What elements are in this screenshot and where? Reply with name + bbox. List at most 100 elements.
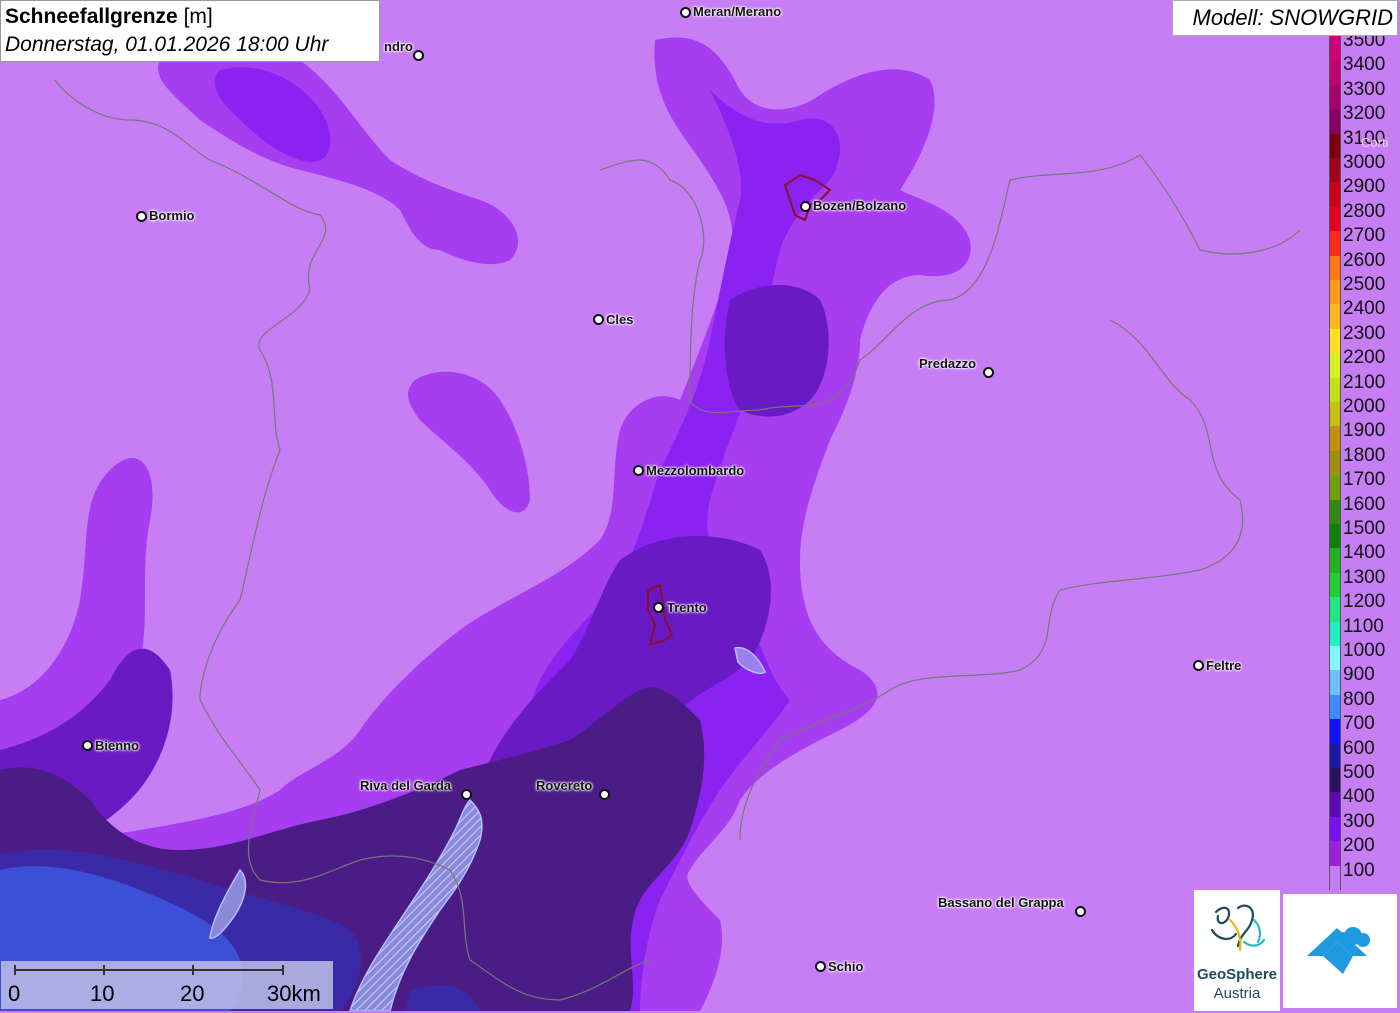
scale-label-30: 30km [267,981,321,1006]
scale-label-20: 20 [180,981,205,1006]
city-label-bormio[interactable]: Bormio [149,209,195,223]
snow-house-icon [1307,927,1370,974]
city-label-sondrio[interactable]: ndro [384,40,413,54]
legend-row: 2900 [1329,174,1400,207]
legend-label: 1100 [1343,615,1384,637]
scale-bar: 0 10 20 30km [1,961,333,1009]
legend-label: 2300 [1343,322,1386,344]
legend-row: 1200 [1329,589,1400,622]
legend-label: 800 [1343,688,1375,710]
geosphere-logo-icon [1210,904,1266,952]
legend-row: 2000 [1329,394,1400,427]
legend-label: 100 [1343,859,1375,881]
legend-row: 1400 [1329,540,1400,573]
legend-row: 600 [1329,736,1400,768]
legend-label: 1800 [1343,444,1386,466]
city-label-rovereto[interactable]: Rovereto [536,779,592,793]
map-datetime: Donnerstag, 01.01.2026 18:00 Uhr [5,33,329,56]
legend-label: 3000 [1343,152,1386,173]
city-dot-trento [653,602,664,613]
legend-label: 2200 [1343,347,1386,369]
legend-row: 3000 [1329,150,1400,183]
legend-label: 1900 [1343,420,1386,442]
legend-label: 3400 [1343,54,1386,76]
legend-row: 700 [1329,711,1400,744]
city-dot-cles [593,314,604,325]
legend-label: 900 [1343,664,1375,686]
legend-row: 3300 [1329,77,1400,110]
geosphere-logo[interactable]: GeoSphere Austria [1194,890,1280,1011]
legend-label: 300 [1343,810,1375,832]
legend-row: 2400 [1329,296,1400,329]
city-label-cortina[interactable]: Corti [1361,136,1388,150]
scale-label-10: 10 [90,981,115,1006]
legend-label: 2500 [1343,274,1386,295]
legend-row: 200 [1329,833,1400,866]
legend-row: 1800 [1329,443,1400,476]
map-title-box: Schneefallgrenze [m] Donnerstag, 01.01.2… [0,0,380,62]
geosphere-logo-text-1: GeoSphere [1196,966,1278,983]
model-label: Modell: SNOWGRID [1172,0,1398,36]
legend-row: 3400 [1329,52,1400,85]
legend-row: 3500 [1329,36,1400,61]
city-label-trento[interactable]: Trento [667,601,707,615]
legend-label: 700 [1343,713,1375,735]
legend-row: 1100 [1329,614,1400,646]
legend-row: 3200 [1329,101,1400,134]
legend-label: 2900 [1343,176,1386,198]
legend-row: 2500 [1329,272,1400,305]
legend-row: 2800 [1329,199,1400,232]
city-label-bozen[interactable]: Bozen/Bolzano [813,199,906,213]
legend-row: 100 [1329,858,1400,890]
city-label-schio[interactable]: Schio [828,960,863,974]
legend-label: 2600 [1343,249,1386,271]
city-label-predazzo[interactable]: Predazzo [919,357,976,371]
app-logo[interactable] [1283,894,1397,1008]
legend-row: 1500 [1329,516,1400,549]
legend-label: 400 [1343,786,1375,808]
legend-row: 2100 [1329,370,1400,402]
city-dot-meran [680,7,691,18]
legend-row: 500 [1329,760,1400,793]
legend-label: 1200 [1343,591,1386,613]
legend-label: 2100 [1343,371,1386,393]
city-label-feltre[interactable]: Feltre [1206,659,1241,673]
city-dot-bienno [82,740,93,751]
city-label-cles[interactable]: Cles [606,313,633,327]
snowfall-map[interactable] [0,0,1400,1011]
city-label-bienno[interactable]: Bienno [95,739,139,753]
city-label-riva[interactable]: Riva del Garda [360,779,451,793]
legend-label: 1400 [1343,542,1386,564]
legend-label: 2700 [1343,225,1386,247]
legend-label: 3500 [1343,36,1386,51]
city-dot-predazzo [983,367,994,378]
legend-row: 2200 [1329,345,1400,378]
city-dot-schio [815,961,826,972]
legend-label: 1700 [1343,469,1386,491]
city-label-mezzolombardo[interactable]: Mezzolombardo [646,464,744,478]
city-label-meran[interactable]: Meran/Merano [693,5,781,19]
legend-row: 2700 [1329,223,1400,256]
legend-row: 1000 [1329,638,1400,671]
legend-row: 2600 [1329,248,1400,280]
legend-label: 2400 [1343,298,1386,320]
legend-row: 1300 [1329,565,1400,598]
city-dot-bassano [1075,906,1086,917]
city-dot-sondrio [413,50,424,61]
legend-label: 200 [1343,835,1375,857]
city-label-bassano[interactable]: Bassano del Grappa [938,896,1064,910]
legend-label: 500 [1343,762,1375,783]
legend-row: 1700 [1329,467,1400,500]
city-dot-riva [461,789,472,800]
legend-label: 1500 [1343,518,1386,539]
legend-row: 2300 [1329,321,1400,354]
legend-label: 1300 [1343,566,1386,588]
legend-label: 1000 [1343,640,1386,661]
city-dot-feltre [1193,660,1204,671]
legend-label: 600 [1343,737,1375,759]
city-dot-bozen [800,201,811,212]
legend-label: 3300 [1343,78,1386,100]
legend-row: 400 [1329,784,1400,817]
scale-label-0: 0 [8,981,21,1006]
legend-label: 2800 [1343,200,1386,222]
